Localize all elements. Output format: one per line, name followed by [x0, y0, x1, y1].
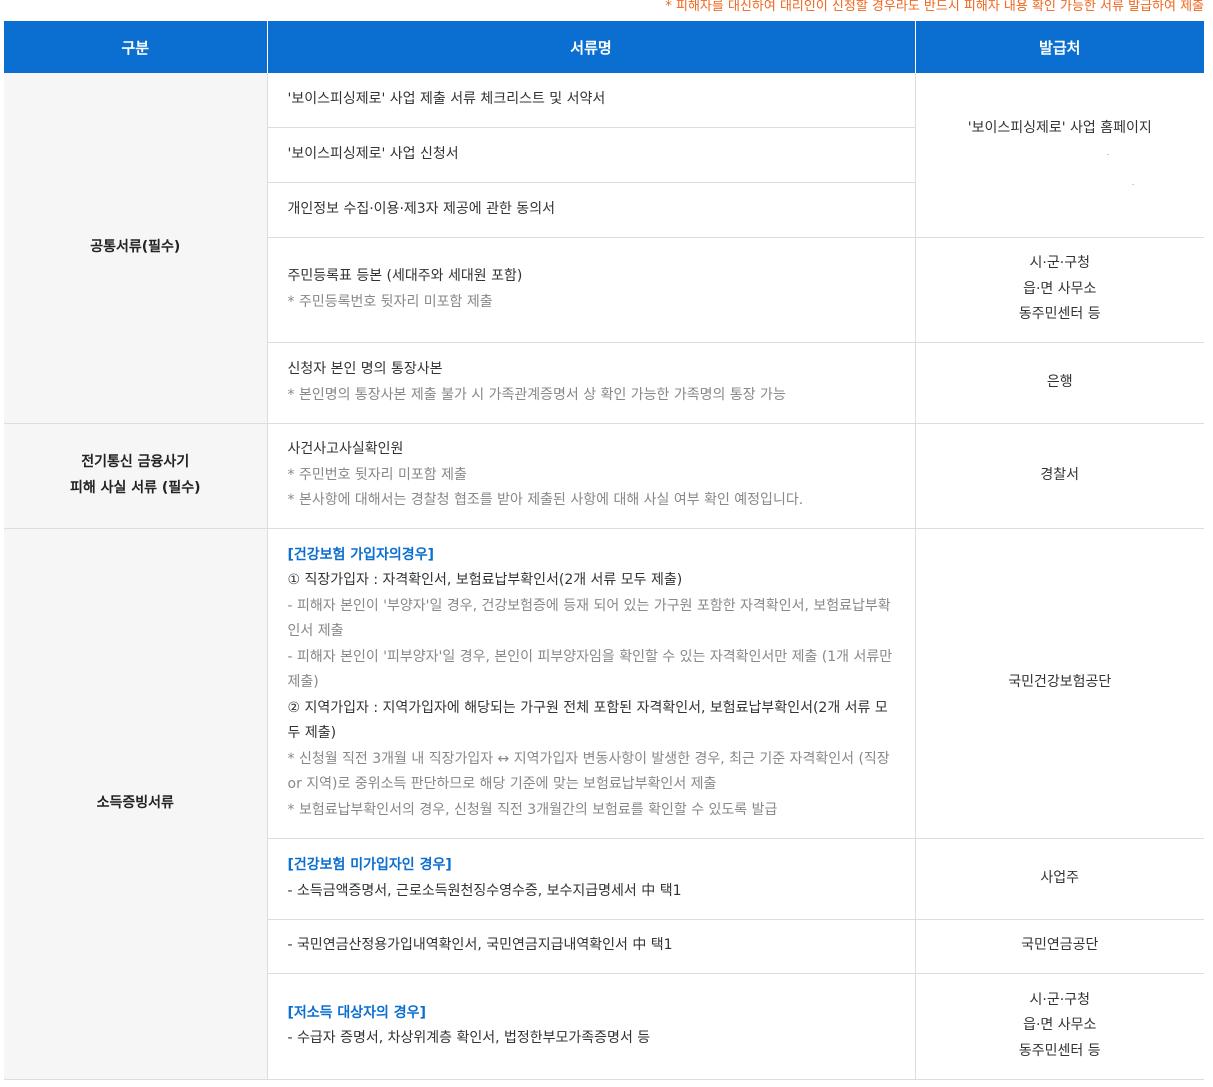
doc-section-title: [건강보험 가입자의경우] [287, 546, 434, 563]
category-income: 소득증빙서류 [4, 528, 267, 1080]
doc-application: '보이스피싱제로' 사업 신청서 [266, 127, 915, 183]
doc-privacy-consent: 개인정보 수집·이용·제3자 제공에 관한 동의서 [266, 182, 915, 238]
doc-checklist: '보이스피싱제로' 사업 제출 서류 체크리스트 및 서약서 [266, 73, 915, 128]
doc-note: * 주민등록번호 뒷자리 미포함 제출 [287, 293, 493, 310]
category-line: 전기통신 금융사기 [81, 454, 190, 470]
doc-incident-certificate: 사건사고사실확인원 * 주민번호 뒷자리 미포함 제출 * 본사항에 대해서는 … [266, 423, 915, 529]
doc-health-insured: [건강보험 가입자의경우] ① 직장가입자 : 자격확인서, 보험료납부확인서(… [266, 528, 915, 839]
doc-line: * 신청월 직전 3개월 내 직장가입자 ↔ 지역가입자 변동사항이 발생한 경… [287, 750, 890, 793]
issuer-nhis: 국민건강보험공단 [914, 528, 1204, 839]
category-line: 피해 사실 서류 (필수) [70, 479, 201, 496]
doc-bankbook: 신청자 본인 명의 통장사본 * 본인명의 통장사본 제출 불가 시 가족관계증… [266, 342, 915, 424]
doc-line: ① 직장가입자 : 자격확인서, 보험료납부확인서(2개 서류 모두 제출) [287, 572, 683, 589]
decor-dot [1131, 183, 1134, 185]
doc-resident-registration: 주민등록표 등본 (세대주와 세대원 포함) * 주민등록번호 뒷자리 미포함 … [266, 237, 915, 343]
issuer-employer: 사업주 [914, 838, 1204, 920]
doc-line: - 수급자 증명서, 차상위계층 확인서, 법정한부모가족증명서 등 [287, 1030, 651, 1046]
issuer-line: 동주민센터 등 [1018, 1042, 1101, 1059]
issuer-homepage-label: '보이스피싱제로' 사업 홈페이지 [967, 120, 1152, 136]
doc-line: ② 지역가입자 : 지역가입자에 해당되는 가구원 전체 포함된 자격확인서, … [287, 699, 888, 742]
doc-health-uninsured: [건강보험 미가입자인 경우] - 소득금액증명서, 근로소득원천징수영수증, … [266, 838, 915, 920]
doc-pension: - 국민연금산정용가입내역확인서, 국민연금지급내역확인서 中 택1 [266, 919, 915, 974]
doc-title: 사건사고사실확인원 [287, 441, 404, 458]
issuer-line: 동주민센터 등 [1018, 306, 1101, 323]
issuer-line: 읍·면 사무소 [1023, 280, 1097, 297]
table-row: 전기통신 금융사기 피해 사실 서류 (필수) 사건사고사실확인원 * 주민번호… [4, 423, 1204, 529]
doc-low-income: [저소득 대상자의 경우] - 수급자 증명서, 차상위계층 확인서, 법정한부… [266, 973, 915, 1080]
header-document: 서류명 [266, 21, 915, 73]
category-fraud: 전기통신 금융사기 피해 사실 서류 (필수) [4, 423, 267, 529]
doc-note: * 주민번호 뒷자리 미포함 제출 [287, 466, 467, 483]
doc-section-title: [저소득 대상자의 경우] [287, 1004, 426, 1021]
issuer-homepage: '보이스피싱제로' 사업 홈페이지 [914, 73, 1204, 238]
issuer-nps: 국민연금공단 [914, 919, 1204, 974]
decor-dot [1106, 153, 1109, 155]
header-issuer: 발급처 [914, 21, 1204, 73]
doc-section-title: [건강보험 미가입자인 경우] [287, 857, 452, 873]
doc-title: 신청자 본인 명의 통장사본 [287, 361, 443, 377]
category-common: 공통서류(필수) [4, 73, 267, 424]
doc-line: - 피해자 본인이 '부양자'일 경우, 건강보험증에 등재 되어 있는 가구원… [287, 597, 891, 640]
issuer-police: 경찰서 [914, 423, 1204, 529]
doc-line: - 피해자 본인이 '피부양자'일 경우, 본인이 피부양자임을 확인할 수 있… [287, 648, 893, 691]
documents-table: 구분 서류명 발급처 공통서류(필수) '보이스피싱제로' 사업 제출 서류 체… [4, 21, 1204, 1080]
notice-text: * 피해자를 대신하여 대리인이 신청할 경우라도 반드시 피해자 내용 확인 … [665, 0, 1204, 14]
issuer-line: 시·군·구청 [1029, 991, 1090, 1008]
doc-note: * 본사항에 대해서는 경찰청 협조를 받아 제출된 사항에 대해 사실 여부 … [287, 492, 804, 509]
doc-line: * 보험료납부확인서의 경우, 신청월 직전 3개월간의 보험료를 확인할 수 … [287, 801, 778, 818]
doc-note: * 본인명의 통장사본 제출 불가 시 가족관계증명서 상 확인 가능한 가족명… [287, 386, 786, 403]
table-header: 구분 서류명 발급처 [4, 21, 1204, 73]
doc-line: - 소득금액증명서, 근로소득원천징수영수증, 보수지급명세서 中 택1 [287, 882, 682, 899]
table-row: 소득증빙서류 [건강보험 가입자의경우] ① 직장가입자 : 자격확인서, 보험… [4, 528, 1204, 1080]
issuer-resident: 시·군·구청 읍·면 사무소 동주민센터 등 [914, 237, 1204, 343]
issuer-line: 읍·면 사무소 [1023, 1017, 1097, 1034]
issuer-line: 시·군·구청 [1029, 255, 1090, 272]
header-category: 구분 [4, 21, 267, 73]
table-row: 공통서류(필수) '보이스피싱제로' 사업 제출 서류 체크리스트 및 서약서 … [4, 73, 1204, 424]
issuer-low-income: 시·군·구청 읍·면 사무소 동주민센터 등 [914, 973, 1204, 1080]
issuer-bank: 은행 [914, 342, 1204, 424]
doc-title: 주민등록표 등본 (세대주와 세대원 포함) [287, 268, 523, 284]
